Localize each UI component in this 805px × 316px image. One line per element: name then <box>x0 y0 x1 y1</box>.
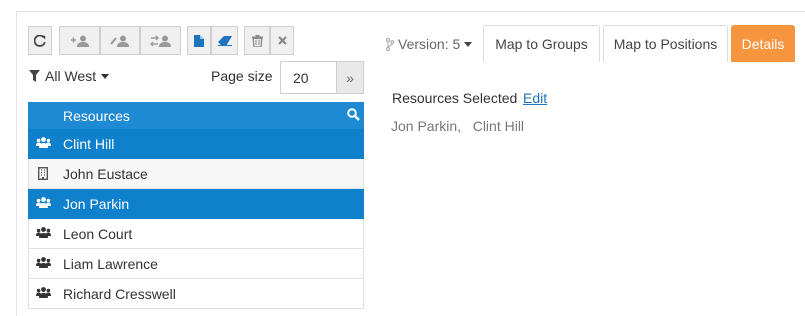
selected-resources-text: Jon Parkin, Clint Hill <box>391 118 525 134</box>
page-size-label: Page size <box>211 68 273 84</box>
tab-details[interactable]: Details <box>731 25 795 62</box>
edit-link[interactable]: Edit <box>523 90 547 106</box>
filter-label: All West <box>45 68 97 84</box>
users-icon <box>36 227 51 238</box>
building-icon <box>38 167 48 180</box>
list-item-label: John Eustace <box>63 165 148 182</box>
resources-list: Resources Clint Hill John Eustace Jon Pa… <box>28 102 364 309</box>
add-users-icon <box>70 35 89 47</box>
branch-icon <box>386 37 394 51</box>
users-icon <box>36 137 51 148</box>
list-item[interactable]: Clint Hill <box>28 129 364 159</box>
filter-dropdown[interactable]: All West <box>29 68 110 84</box>
document-icon <box>194 34 204 47</box>
resources-header-label: Resources <box>63 107 130 124</box>
list-item[interactable]: John Eustace <box>28 159 364 189</box>
delete-button[interactable] <box>244 26 270 55</box>
tab-map-to-positions[interactable]: Map to Positions <box>603 25 728 62</box>
users-icon <box>36 287 51 298</box>
users-icon <box>36 197 51 208</box>
close-icon <box>277 36 287 45</box>
caret-down-icon <box>464 41 473 47</box>
list-item-label: Liam Lawrence <box>63 255 158 272</box>
edit-group-button[interactable] <box>100 26 140 55</box>
eraser-icon <box>217 35 232 46</box>
search-icon[interactable] <box>347 108 360 121</box>
edit-users-icon <box>110 35 129 47</box>
resources-selected-title: Resources Selected <box>392 90 518 106</box>
users-icon <box>36 257 51 268</box>
close-button[interactable] <box>270 26 294 55</box>
trash-icon <box>251 34 263 47</box>
add-group-button[interactable] <box>59 26 100 55</box>
list-item[interactable]: Leon Court <box>28 219 364 249</box>
page-size-input[interactable] <box>280 61 337 94</box>
refresh-icon <box>34 34 46 47</box>
document-button[interactable] <box>187 26 211 55</box>
swap-users-icon <box>149 35 171 47</box>
list-item-label: Jon Parkin <box>63 195 130 212</box>
filter-icon <box>29 70 40 82</box>
page-size-next-button[interactable]: » <box>337 61 364 94</box>
list-item-label: Richard Cresswell <box>63 285 176 302</box>
eraser-button[interactable] <box>211 26 238 55</box>
caret-down-icon <box>101 73 110 79</box>
list-item-label: Leon Court <box>63 225 133 242</box>
resources-header: Resources <box>28 102 364 129</box>
version-label: Version: 5 <box>398 36 461 52</box>
swap-group-button[interactable] <box>140 26 181 55</box>
list-item-label: Clint Hill <box>63 135 115 152</box>
list-item[interactable]: Liam Lawrence <box>28 249 364 279</box>
refresh-button[interactable] <box>28 26 52 55</box>
list-item[interactable]: Richard Cresswell <box>28 279 364 309</box>
list-item[interactable]: Jon Parkin <box>28 189 364 219</box>
version-dropdown[interactable]: Version: 5 <box>386 36 473 52</box>
tab-map-to-groups[interactable]: Map to Groups <box>483 25 600 62</box>
